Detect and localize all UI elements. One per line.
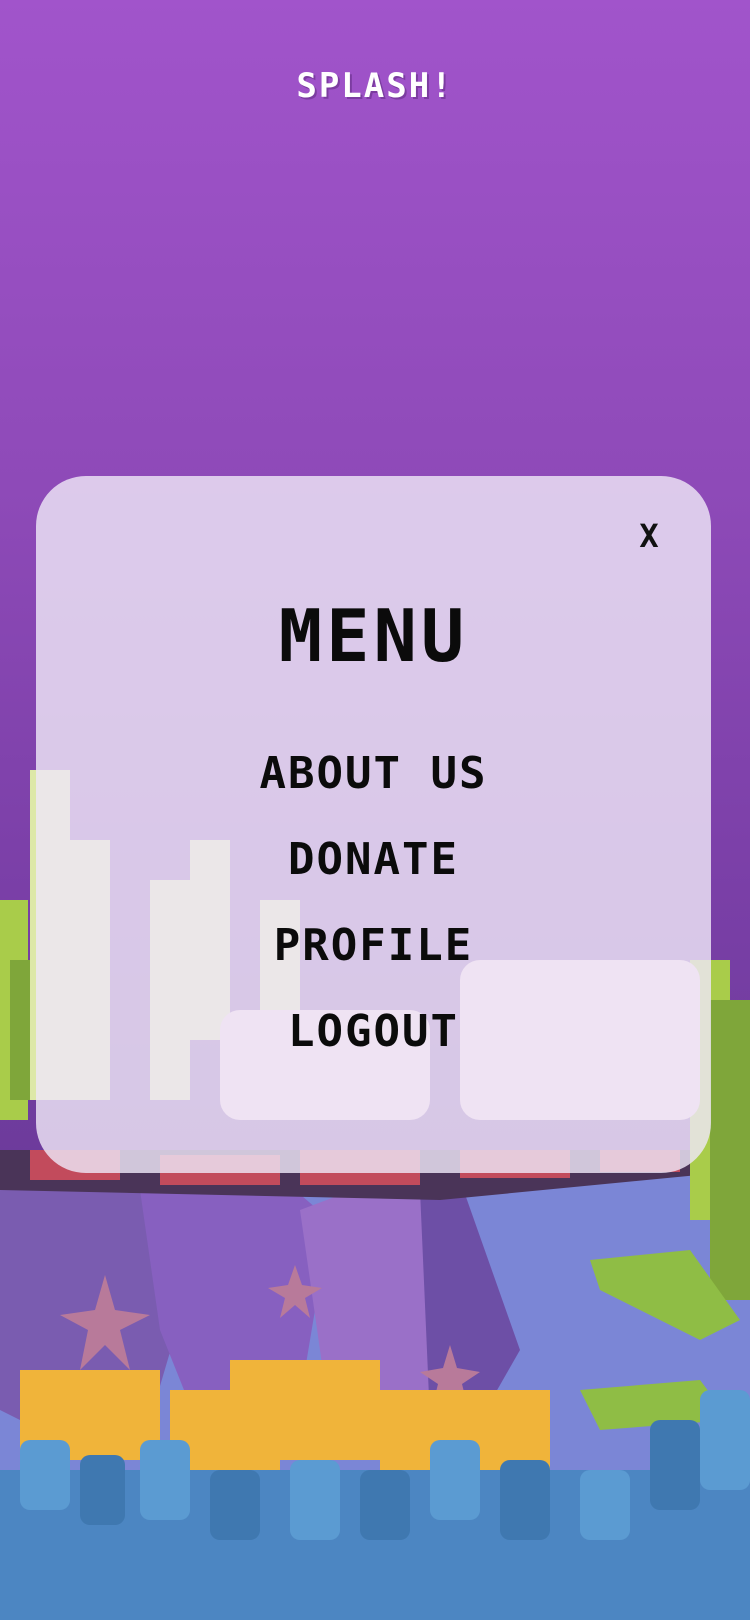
menu-title: MENU bbox=[278, 594, 469, 678]
close-icon[interactable]: X bbox=[629, 516, 669, 556]
menu-item-profile[interactable]: PROFILE bbox=[36, 916, 711, 1002]
app-title: SPLASH! bbox=[296, 66, 454, 106]
menu-item-logout[interactable]: LOGOUT bbox=[36, 1002, 711, 1088]
menu-item-donate[interactable]: DONATE bbox=[36, 830, 711, 916]
menu-list: ABOUT US DONATE PROFILE LOGOUT bbox=[36, 744, 711, 1088]
menu-panel: X MENU ABOUT US DONATE PROFILE LOGOUT bbox=[36, 476, 711, 1173]
seaweed-left bbox=[0, 900, 34, 1120]
menu-item-about-us[interactable]: ABOUT US bbox=[36, 744, 711, 830]
